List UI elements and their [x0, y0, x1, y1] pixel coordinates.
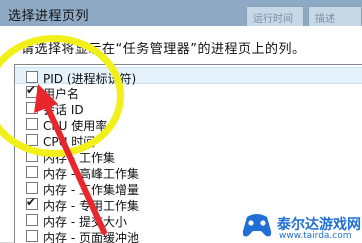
game-controller-logo-icon — [242, 214, 272, 237]
watermark-url: www.tairda.com — [279, 231, 352, 241]
watermark: 泰尔达游戏网 www.tairda.com — [227, 205, 362, 242]
